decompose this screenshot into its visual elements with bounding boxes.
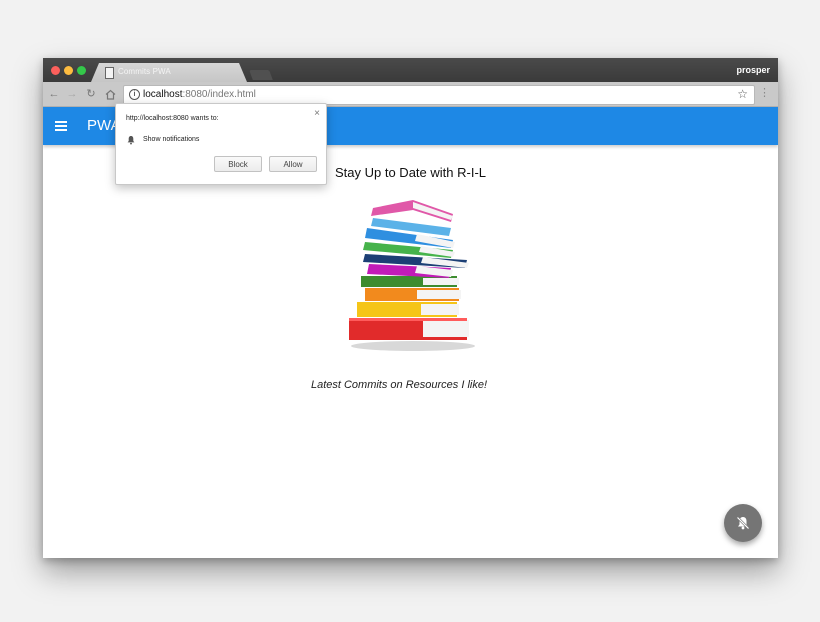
star-icon[interactable]: ☆: [737, 87, 748, 101]
notification-permission-popup: http://localhost:8080 wants to: × Show n…: [115, 103, 327, 185]
home-button[interactable]: [103, 86, 117, 105]
home-icon: [105, 89, 115, 100]
vertical-dots-icon[interactable]: ⋮: [759, 86, 770, 100]
page-caption: Latest Commits on Resources I like!: [310, 379, 488, 391]
minimize-window-button[interactable]: [64, 66, 73, 75]
url-path: :8080/index.html: [182, 89, 256, 100]
back-button[interactable]: ←: [47, 86, 61, 102]
permission-label: Show notifications: [143, 136, 200, 143]
tab-strip: Commits PWA prosper: [43, 58, 778, 82]
document-icon: [105, 67, 114, 79]
arrow-left-icon: ←: [48, 88, 60, 100]
close-window-button[interactable]: [51, 66, 60, 75]
notification-toggle-button[interactable]: [724, 504, 762, 542]
url-text[interactable]: localhost:8080/index.html: [143, 89, 256, 100]
reload-button[interactable]: ↻: [84, 86, 98, 102]
reload-icon: ↻: [86, 88, 96, 100]
bell-icon: [127, 136, 135, 145]
url-host: localhost: [143, 89, 183, 100]
maximize-window-button[interactable]: [77, 66, 86, 75]
new-tab-button[interactable]: [249, 70, 273, 80]
forward-button[interactable]: →: [65, 86, 79, 102]
popup-origin-text: http://localhost:8080 wants to:: [126, 115, 219, 122]
block-button[interactable]: Block: [214, 156, 262, 172]
arrow-right-icon: →: [66, 88, 78, 100]
browser-window: Commits PWA prosper ← → ↻ i localhost:80…: [43, 58, 778, 558]
profile-name[interactable]: prosper: [736, 65, 770, 75]
info-icon[interactable]: i: [129, 89, 140, 100]
books-stack-image: [349, 200, 475, 351]
bell-off-icon: [736, 516, 750, 530]
tab-title: Commits PWA: [118, 67, 171, 76]
browser-tab[interactable]: Commits PWA: [91, 63, 247, 82]
address-bar[interactable]: i localhost:8080/index.html ☆: [123, 85, 755, 105]
close-icon[interactable]: ×: [314, 108, 320, 119]
hamburger-menu-icon[interactable]: [55, 121, 67, 133]
allow-button[interactable]: Allow: [269, 156, 317, 172]
